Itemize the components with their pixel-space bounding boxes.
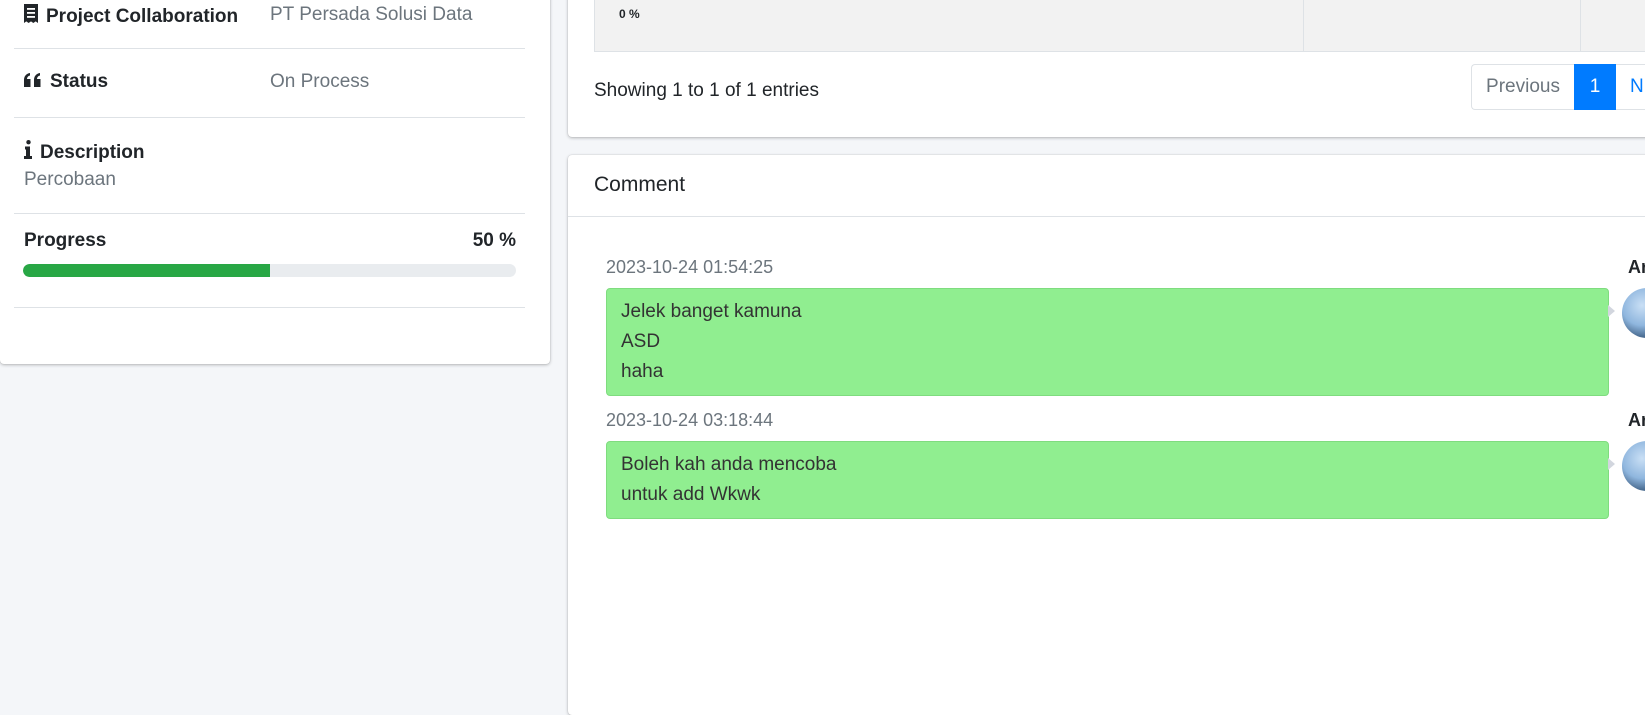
pagination: Previous 1 N: [1471, 64, 1645, 110]
comment-timestamp: 2023-10-24 01:54:25: [606, 257, 774, 277]
comment-bubble: Boleh kah anda mencoba untuk add Wkwk: [606, 441, 1615, 519]
comment-author: Ar: [1628, 257, 1645, 277]
comment-line: untuk add Wkwk: [621, 484, 761, 505]
entries-info: Showing 1 to 1 of 1 entries: [594, 80, 819, 101]
progress-bar: [23, 264, 516, 277]
table-row: 0 %: [594, 0, 1645, 52]
description-row: Description Percobaan: [14, 118, 525, 214]
receipt-icon: [24, 4, 46, 29]
comment-bubble: Jelek banget kamuna ASD haha: [606, 288, 1615, 396]
progress-row: Progress 50 %: [14, 214, 525, 308]
collaboration-value: PT Persada Solusi Data: [270, 4, 473, 25]
comment-line: Boleh kah anda mencoba: [621, 454, 837, 475]
progress-bar-fill: [23, 264, 270, 277]
info-icon: [24, 140, 40, 165]
description-label: Description: [24, 140, 145, 165]
description-value: Percobaan: [24, 169, 116, 190]
page-1-button[interactable]: 1: [1574, 64, 1616, 110]
status-row: Status On Process: [14, 49, 525, 118]
comment-author: Ar: [1628, 410, 1645, 430]
progress-percent: 50 %: [472, 230, 516, 251]
table-cell-divider: [1303, 0, 1304, 52]
avatar: [1622, 288, 1645, 338]
collaboration-label: Project Collaboration: [24, 4, 238, 29]
table-cell-divider: [1580, 0, 1581, 52]
comment-line: Jelek banget kamuna: [621, 301, 802, 322]
row-progress-text: 0 %: [619, 7, 640, 21]
progress-label: Progress: [24, 230, 107, 251]
next-page-button[interactable]: N: [1616, 64, 1645, 110]
status-value: On Process: [270, 71, 370, 92]
comment-line: haha: [621, 361, 664, 382]
avatar: [1622, 441, 1645, 491]
comment-card: Comment 2023-10-24 01:54:25 Ar Jelek ban…: [568, 155, 1645, 715]
comment-timestamp: 2023-10-24 03:18:44: [606, 410, 774, 430]
quote-icon: [24, 71, 50, 93]
comment-header: Comment: [568, 155, 1645, 217]
previous-page-button[interactable]: Previous: [1471, 64, 1574, 110]
entries-table-card: 0 % Showing 1 to 1 of 1 entries Previous…: [568, 0, 1645, 137]
comment-title: Comment: [594, 173, 686, 196]
status-label: Status: [24, 71, 108, 93]
comment-line: ASD: [621, 331, 661, 352]
collaboration-row: Project Collaboration PT Persada Solusi …: [14, 0, 525, 49]
project-info-card: Project Collaboration PT Persada Solusi …: [0, 0, 550, 364]
